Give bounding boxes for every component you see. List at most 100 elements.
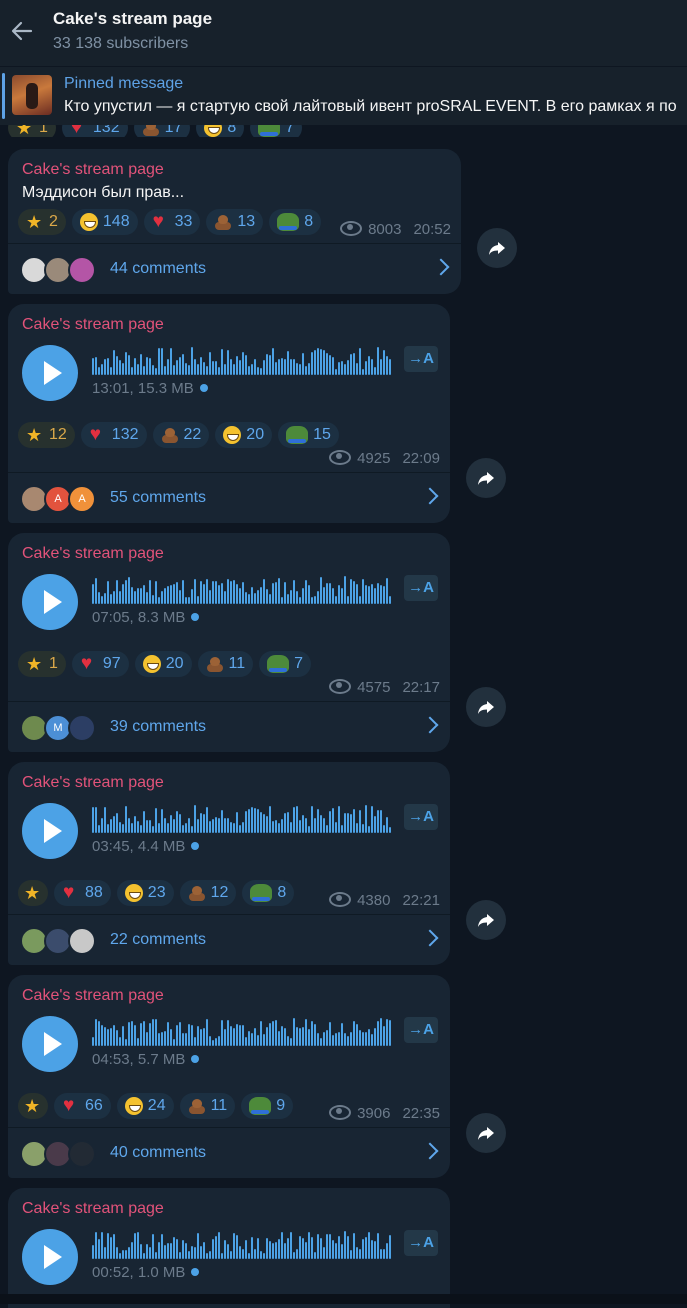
play-button[interactable] [22, 803, 78, 859]
reaction-chip[interactable] [18, 1093, 48, 1119]
waveform-bar [314, 350, 316, 375]
poop-icon [161, 426, 179, 444]
play-button[interactable] [22, 345, 78, 401]
reaction-chip[interactable]: 132 [80, 422, 147, 448]
transcribe-button[interactable]: →A [404, 1230, 438, 1256]
reaction-chip[interactable]: 148 [71, 209, 138, 235]
waveform-bar [350, 813, 352, 833]
channel-title[interactable]: Cake's stream page [53, 9, 212, 29]
eye-icon [340, 221, 363, 236]
comments-button[interactable]: 40 comments [8, 1128, 450, 1178]
play-button[interactable] [22, 1229, 78, 1285]
share-button[interactable] [466, 687, 506, 727]
reaction-chip[interactable]: 8 [196, 125, 245, 137]
waveform-bar [179, 356, 181, 375]
reaction-chip[interactable]: 132 [61, 125, 128, 137]
transcribe-button[interactable]: →A [404, 575, 438, 601]
poop-icon [142, 125, 160, 137]
comments-button[interactable]: 22 comments [8, 915, 450, 965]
waveform-bar [173, 1038, 175, 1046]
reaction-chip[interactable]: 17 [133, 125, 191, 137]
reaction-chip[interactable]: 9 [241, 1093, 294, 1119]
waveform-bar [371, 359, 373, 375]
reaction-count: 2 [49, 213, 58, 230]
reaction-chip[interactable]: 20 [134, 651, 192, 677]
waveform-bar [155, 367, 157, 375]
audio-duration-size: 13:01, 15.3 MB [92, 380, 208, 397]
waveform-bar [323, 350, 325, 375]
message-author[interactable]: Cake's stream page [22, 1200, 164, 1218]
waveform-bar [269, 594, 271, 604]
reaction-chip[interactable]: 12 [18, 422, 75, 448]
back-arrow-icon[interactable] [8, 17, 36, 45]
share-button[interactable] [466, 900, 506, 940]
waveform-bar [347, 1236, 349, 1259]
message-author[interactable]: Cake's stream page [22, 774, 164, 792]
audio-waveform[interactable] [92, 1231, 392, 1259]
play-button[interactable] [22, 1016, 78, 1072]
reaction-chip[interactable]: 13 [206, 209, 264, 235]
reaction-chip[interactable]: 11 [179, 1093, 236, 1119]
waveform-bar [335, 595, 337, 604]
reaction-chip[interactable]: 8 [242, 880, 295, 906]
pinned-message-bar[interactable]: Pinned message Кто упустил — я стартую с… [0, 67, 687, 125]
share-button[interactable] [466, 1113, 506, 1153]
waveform-bar [185, 1033, 187, 1046]
reaction-chip[interactable]: 24 [116, 1093, 174, 1119]
reaction-chip[interactable]: 15 [278, 422, 339, 448]
waveform-bar [386, 817, 388, 833]
reaction-chip[interactable]: 2 [18, 209, 66, 235]
reaction-chip[interactable]: 1 [18, 651, 66, 677]
waveform-bar [92, 583, 94, 604]
reaction-chip[interactable]: 66 [54, 1093, 111, 1119]
message-author[interactable]: Cake's stream page [22, 316, 164, 334]
audio-waveform[interactable] [92, 1018, 392, 1046]
waveform-bar [320, 1037, 322, 1046]
reaction-chip[interactable]: 97 [71, 651, 129, 677]
comments-count: 40 comments [110, 1144, 207, 1161]
reaction-chip[interactable]: 12 [179, 880, 237, 906]
reaction-count: 8 [304, 213, 314, 230]
transcribe-button[interactable]: →A [404, 1017, 438, 1043]
waveform-bar [134, 1233, 136, 1259]
transcribe-button[interactable]: →A [404, 804, 438, 830]
reaction-chip[interactable]: 20 [215, 422, 273, 448]
reaction-chip[interactable]: 7 [259, 651, 312, 677]
play-button[interactable] [22, 574, 78, 630]
waveform-bar [272, 583, 274, 604]
reaction-chip[interactable]: 88 [54, 880, 111, 906]
waveform-bar [215, 580, 217, 604]
audio-waveform[interactable] [92, 347, 392, 375]
message-author[interactable]: Cake's stream page [22, 987, 164, 1005]
waveform-bar [257, 1034, 259, 1046]
reaction-chip[interactable]: 33 [143, 209, 201, 235]
comments-button[interactable]: A A 55 comments [8, 473, 450, 523]
waveform-bar [254, 1248, 256, 1259]
share-button[interactable] [477, 228, 517, 268]
waveform-bar [110, 818, 112, 833]
waveform-bar [296, 1248, 298, 1259]
audio-waveform[interactable] [92, 805, 392, 833]
transcribe-button[interactable]: →A [404, 346, 438, 372]
waveform-bar [257, 367, 259, 375]
share-button[interactable] [466, 458, 506, 498]
reaction-chip[interactable]: 8 [269, 209, 322, 235]
reaction-chip[interactable] [18, 880, 48, 906]
audio-waveform[interactable] [92, 576, 392, 604]
reaction-chip[interactable]: 7 [250, 125, 303, 137]
waveform-bar [275, 1020, 277, 1046]
reaction-chip[interactable]: 22 [152, 422, 210, 448]
reaction-chip[interactable]: 23 [116, 880, 174, 906]
reaction-chip[interactable]: 11 [197, 651, 254, 677]
comments-button[interactable]: M 39 comments [8, 702, 450, 752]
reaction-chip[interactable]: 1 [8, 125, 56, 137]
reactions-row: 12 132 22 20 15 [18, 422, 339, 448]
waveform-bar [140, 824, 142, 833]
waveform-bar [314, 818, 316, 833]
waveform-bar [104, 1247, 106, 1259]
comments-button[interactable]: 44 comments [8, 244, 461, 294]
message-author[interactable]: Cake's stream page [22, 545, 164, 563]
waveform-bar [245, 354, 247, 375]
message-author[interactable]: Cake's stream page [22, 161, 164, 179]
waveform-bar [383, 585, 385, 604]
